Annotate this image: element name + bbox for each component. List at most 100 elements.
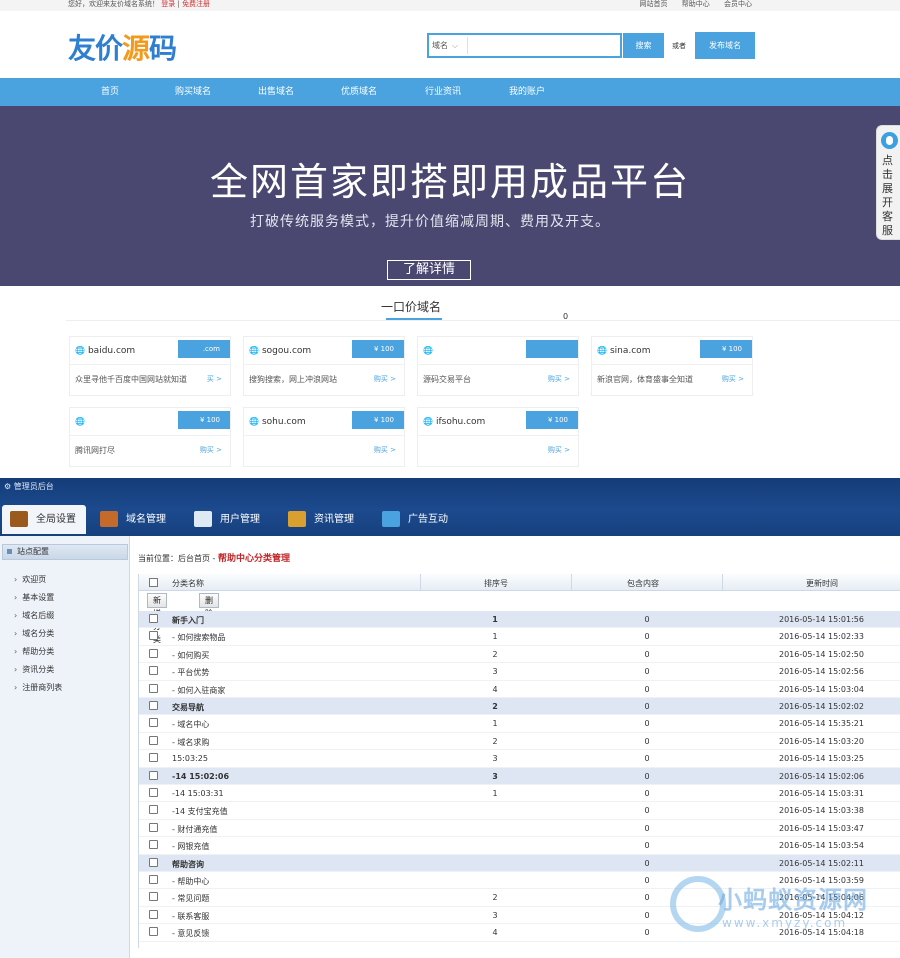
content-count: 0 [644,702,650,711]
row-checkbox[interactable] [149,770,158,780]
search-input[interactable] [467,37,617,54]
row-checkbox[interactable] [149,718,158,728]
sidebar-item-registrar-list[interactable]: 注册商列表 [14,682,62,693]
search-type-select[interactable]: 域名 ⌵ [432,40,458,51]
row-checkbox[interactable] [149,683,158,693]
row-checkbox[interactable] [149,805,158,815]
sidebar-item-domain-category[interactable]: 域名分类 [14,628,54,639]
table-row[interactable]: - 财付通充值 0 2016-05-14 15:03:47 [139,820,900,838]
category-name: - 如何入驻商家 [172,685,226,695]
row-checkbox[interactable] [149,857,158,867]
row-checkbox[interactable] [149,648,158,658]
table-row[interactable]: - 意见反馈 4 0 2016-05-14 15:04:18 [139,924,900,942]
column-header-sort[interactable]: 排序号 [484,578,508,589]
table-group-row[interactable]: 交易导航 2 0 2016-05-14 15:02:02 [139,698,900,716]
table-row[interactable]: - 域名求购 2 0 2016-05-14 15:03:20 [139,733,900,751]
login-link[interactable]: 登录 [161,0,175,8]
table-group-row[interactable]: 帮助咨询 0 2016-05-14 15:02:11 [139,854,900,872]
tab-news-management[interactable]: 资讯管理 [280,505,368,534]
domain-card[interactable]: 🌐 sogou.com ¥ 100 搜狗搜索，网上冲浪网站 购买 > [243,336,405,396]
buy-link[interactable]: 买 > [207,374,222,384]
tab-ad-interaction[interactable]: 广告互动 [374,505,462,534]
table-group-row[interactable]: -14 15:02:06 3 0 2016-05-14 15:02:06 [139,767,900,785]
row-checkbox[interactable] [149,822,158,832]
learn-more-button[interactable]: 了解详情 [387,260,471,280]
buy-link[interactable]: 购买 > [374,374,396,384]
table-group-row[interactable]: 新手入门 1 0 2016-05-14 15:01:56 [139,611,900,629]
buy-link[interactable]: 购买 > [200,445,222,455]
customer-service-tab[interactable]: 点击展开客服 [876,125,900,240]
top-link-member[interactable]: 会员中心 [724,0,752,8]
table-row[interactable]: - 常见问题 2 0 2016-05-14 15:04:06 [139,889,900,907]
buy-link[interactable]: 购买 > [374,445,396,455]
content-count: 0 [644,876,650,885]
table-row[interactable]: - 联系客服 3 0 2016-05-14 15:04:12 [139,907,900,925]
row-checkbox[interactable] [149,735,158,745]
tab-label: 用户管理 [220,514,260,525]
row-checkbox[interactable] [149,875,158,884]
register-link[interactable]: 免费注册 [182,0,210,8]
tab-global-settings[interactable]: 全局设置 [2,505,86,534]
domain-card[interactable]: 🌐 ¥ 100 腾讯网打尽 购买 > [69,407,231,467]
sidebar-item-basic-settings[interactable]: 基本设置 [14,592,54,603]
tab-domain-management[interactable]: 域名管理 [92,505,180,534]
select-all-checkbox[interactable] [149,578,158,587]
table-row[interactable]: - 域名中心 1 0 2016-05-14 15:35:21 [139,715,900,733]
nav-item-sell-domain[interactable]: 出售域名 [258,78,294,106]
nav-item-news[interactable]: 行业资讯 [425,78,461,106]
domain-card[interactable]: 🌐 ifsohu.com ¥ 100 购买 > [417,407,579,467]
table-row[interactable]: -14 支付宝充值 0 2016-05-14 15:03:38 [139,802,900,820]
domain-card[interactable]: 🌐 源码交易平台 购买 > [417,336,579,396]
top-link-home[interactable]: 网站首页 [640,0,668,8]
row-checkbox[interactable] [149,927,158,937]
card-divider [70,435,230,436]
publish-domain-button[interactable]: 发布域名 [695,32,755,59]
nav-item-account[interactable]: 我的账户 [509,78,545,106]
row-checkbox[interactable] [149,840,158,850]
add-category-button[interactable]: 新增分类 [147,593,167,644]
row-checkbox[interactable] [149,892,158,902]
buy-link[interactable]: 购买 > [722,374,744,384]
nav-item-home[interactable]: 首页 [101,78,119,106]
updated-time: 2016-05-14 15:02:02 [779,702,864,711]
row-checkbox[interactable] [149,909,158,919]
table-row[interactable]: - 平台优势 3 0 2016-05-14 15:02:56 [139,663,900,681]
card-divider [418,364,578,365]
domain-card[interactable]: 🌐 sohu.com ¥ 100 购买 > [243,407,405,467]
table-row[interactable]: - 网银充值 0 2016-05-14 15:03:54 [139,837,900,855]
tab-user-management[interactable]: 用户管理 [186,505,274,534]
sidebar-item-domain-suffix[interactable]: 域名后缀 [14,610,54,621]
row-checkbox[interactable] [149,788,158,797]
site-logo[interactable]: 友价源码 [68,27,177,67]
row-checkbox[interactable] [149,614,158,623]
domain-price: ¥ 100 [526,411,578,429]
row-checkbox[interactable] [149,753,158,763]
nav-item-buy-domain[interactable]: 购买域名 [175,78,211,106]
table-row[interactable]: 15:03:25 3 0 2016-05-14 15:03:25 [139,750,900,768]
table-row[interactable]: -14 15:03:31 1 0 2016-05-14 15:03:31 [139,785,900,803]
row-checkbox[interactable] [149,701,158,710]
table-row[interactable]: - 帮助中心 0 2016-05-14 15:03:59 [139,872,900,890]
delete-button[interactable]: 删除 [199,593,219,618]
sidebar-item-welcome[interactable]: 欢迎页 [14,574,46,585]
column-header-count[interactable]: 包含内容 [627,578,659,589]
domain-card[interactable]: 🌐 sina.com ¥ 100 新浪官网，体育盛事全知道 购买 > [591,336,753,396]
column-header-updated[interactable]: 更新时间 [806,578,838,589]
table-row[interactable]: - 如何搜索物品 1 0 2016-05-14 15:02:33 [139,628,900,646]
search-button[interactable]: 搜索 [623,33,664,58]
column-header-name[interactable]: 分类名称 [172,578,204,589]
breadcrumb-prefix[interactable]: 当前位置：后台首页 - [138,554,218,563]
sidebar-item-news-category[interactable]: 资讯分类 [14,664,54,675]
buy-link[interactable]: 购买 > [548,445,570,455]
domain-card[interactable]: 🌐 baidu.com .com 众里寻他千百度中国网站就知道 买 > [69,336,231,396]
category-name: - 帮助中心 [172,877,210,886]
buy-link[interactable]: 购买 > [548,374,570,384]
breadcrumb: 当前位置：后台首页 - 帮助中心分类管理 [138,551,290,564]
nav-item-premium-domain[interactable]: 优质域名 [341,78,377,106]
table-row[interactable]: - 如何购买 2 0 2016-05-14 15:02:50 [139,646,900,664]
top-link-help[interactable]: 帮助中心 [682,0,710,8]
row-checkbox[interactable] [149,631,158,641]
sidebar-item-help-category[interactable]: 帮助分类 [14,646,54,657]
row-checkbox[interactable] [149,666,158,676]
table-row[interactable]: - 如何入驻商家 4 0 2016-05-14 15:03:04 [139,681,900,698]
